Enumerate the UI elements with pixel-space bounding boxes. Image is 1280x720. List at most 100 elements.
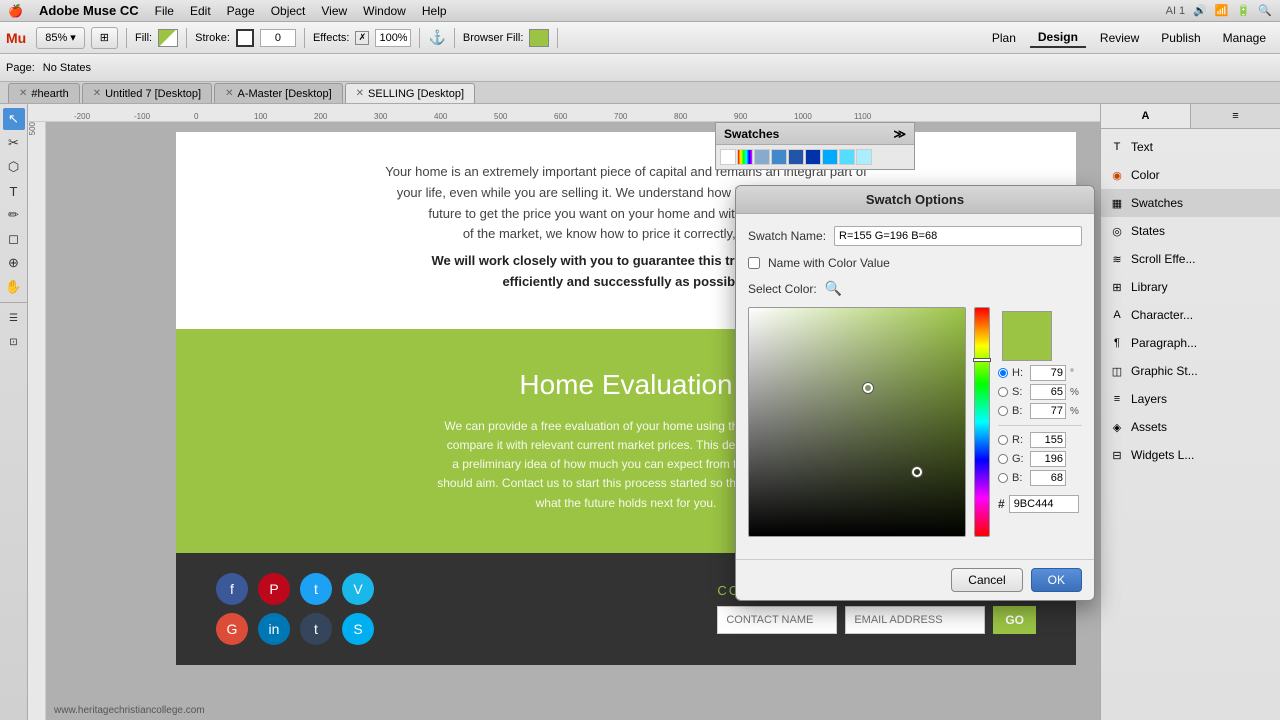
rp-item-library[interactable]: ⊞ Library: [1101, 273, 1280, 301]
swatch-cyan[interactable]: [839, 149, 855, 165]
stroke-value-input[interactable]: [260, 29, 296, 47]
select-tool[interactable]: ↖: [3, 108, 25, 130]
eyedropper-icon[interactable]: 🔍: [825, 280, 842, 297]
rp-item-swatches[interactable]: ▦ Swatches: [1101, 189, 1280, 217]
rp-item-character-label: Character...: [1131, 308, 1193, 322]
sat-row: S: %: [998, 384, 1082, 400]
hand-tool[interactable]: ✋: [3, 276, 25, 298]
rp-item-text[interactable]: T Text: [1101, 133, 1280, 161]
menu-help[interactable]: Help: [422, 4, 447, 18]
menu-window[interactable]: Window: [363, 4, 406, 18]
linkedin-icon[interactable]: in: [258, 613, 290, 645]
right-panel-tabs: A ≡: [1101, 104, 1280, 129]
ok-button[interactable]: OK: [1031, 568, 1082, 592]
apple-menu[interactable]: 🍎: [8, 4, 23, 18]
rp-item-states[interactable]: ◎ States: [1101, 217, 1280, 245]
widget-tool[interactable]: ⊡: [3, 331, 25, 353]
swatch-blue2[interactable]: [771, 149, 787, 165]
rp-item-paragraph[interactable]: ¶ Paragraph...: [1101, 329, 1280, 357]
browser-fill-color[interactable]: [529, 29, 549, 47]
menu-view[interactable]: View: [321, 4, 347, 18]
swatch-sky[interactable]: [822, 149, 838, 165]
crop-tool[interactable]: ✂: [3, 132, 25, 154]
swatch-spectrum[interactable]: [737, 149, 753, 165]
rp-item-widgets[interactable]: ⊟ Widgets L...: [1101, 441, 1280, 469]
tab-close-amaster[interactable]: ✕: [225, 88, 233, 99]
rp-tab-a[interactable]: A: [1101, 104, 1191, 128]
facebook-icon[interactable]: f: [216, 573, 248, 605]
rp-item-character[interactable]: A Character...: [1101, 301, 1280, 329]
fill-label: Fill:: [135, 32, 152, 44]
red-radio[interactable]: [998, 435, 1008, 445]
tab-close-hearth[interactable]: ✕: [19, 88, 27, 99]
rp-item-scroll[interactable]: ≋ Scroll Effe...: [1101, 245, 1280, 273]
text-tool[interactable]: T: [3, 180, 25, 202]
swatch-blue[interactable]: [754, 149, 770, 165]
swatch-name-input[interactable]: [834, 226, 1082, 246]
rp-item-color[interactable]: ◉ Color: [1101, 161, 1280, 189]
stroke-color[interactable]: [236, 29, 254, 47]
pen-tool[interactable]: ✏: [3, 204, 25, 226]
google-plus-icon[interactable]: G: [216, 613, 248, 645]
rp-item-assets[interactable]: ◈ Assets: [1101, 413, 1280, 441]
swatch-lightcyan[interactable]: [856, 149, 872, 165]
tab-selling[interactable]: ✕ SELLING [Desktop]: [345, 83, 475, 103]
color-gradient-picker[interactable]: [748, 307, 966, 537]
swatch-navy[interactable]: [805, 149, 821, 165]
menu-object[interactable]: Object: [271, 4, 306, 18]
sat-input[interactable]: [1030, 384, 1066, 400]
green-radio[interactable]: [998, 454, 1008, 464]
rp-item-graphicst[interactable]: ◫ Graphic St...: [1101, 357, 1280, 385]
hue-strip[interactable]: [974, 307, 990, 537]
blue-radio[interactable]: [998, 473, 1008, 483]
blue-input[interactable]: [1030, 470, 1066, 486]
menu-file[interactable]: File: [155, 4, 174, 18]
tab-amaster[interactable]: ✕ A-Master [Desktop]: [214, 83, 343, 103]
fill-color[interactable]: [158, 29, 178, 47]
opacity-input[interactable]: [375, 29, 411, 47]
swatches-expand-icon[interactable]: ≫: [893, 127, 906, 141]
tab-hearth[interactable]: ✕ #hearth: [8, 83, 80, 103]
name-with-color-checkbox[interactable]: [748, 257, 760, 269]
sat-radio[interactable]: [998, 387, 1008, 397]
design-tab[interactable]: Design: [1030, 28, 1086, 48]
swatch-white[interactable]: [720, 149, 736, 165]
tab-close-selling[interactable]: ✕: [356, 88, 364, 99]
vimeo-icon[interactable]: V: [342, 573, 374, 605]
go-button[interactable]: GO: [993, 606, 1036, 634]
paragraph-panel-icon: ¶: [1109, 335, 1125, 351]
zoom-control[interactable]: 85% ▾: [36, 27, 85, 49]
tab-untitled7[interactable]: ✕ Untitled 7 [Desktop]: [82, 83, 212, 103]
shape-tool[interactable]: ⬡: [3, 156, 25, 178]
review-tab[interactable]: Review: [1092, 29, 1147, 47]
separator2: [186, 28, 187, 48]
green-input[interactable]: [1030, 451, 1066, 467]
contact-name-input[interactable]: [717, 606, 837, 634]
swatch-blue3[interactable]: [788, 149, 804, 165]
red-input[interactable]: [1030, 432, 1066, 448]
ruler-tool[interactable]: ☰: [3, 307, 25, 329]
bri-input[interactable]: [1030, 403, 1066, 419]
menu-page[interactable]: Page: [227, 4, 255, 18]
plan-tab[interactable]: Plan: [984, 29, 1024, 47]
tab-close-untitled7[interactable]: ✕: [93, 88, 101, 99]
hex-input[interactable]: [1009, 495, 1079, 513]
skype-icon[interactable]: S: [342, 613, 374, 645]
hue-input[interactable]: [1030, 365, 1066, 381]
rp-tab-menu[interactable]: ≡: [1191, 104, 1280, 128]
arrange-button[interactable]: ⊞: [91, 27, 118, 49]
tumblr-icon[interactable]: t: [300, 613, 332, 645]
cancel-button[interactable]: Cancel: [951, 568, 1022, 592]
twitter-icon[interactable]: t: [300, 573, 332, 605]
bri-radio[interactable]: [998, 406, 1008, 416]
hue-radio[interactable]: [998, 368, 1008, 378]
effects-toggle[interactable]: ✗: [355, 31, 369, 45]
email-input[interactable]: [845, 606, 985, 634]
manage-tab[interactable]: Manage: [1215, 29, 1274, 47]
zoom-tool[interactable]: ⊕: [3, 252, 25, 274]
publish-tab[interactable]: Publish: [1153, 29, 1208, 47]
rect-tool[interactable]: ◻: [3, 228, 25, 250]
menu-edit[interactable]: Edit: [190, 4, 211, 18]
rp-item-layers[interactable]: ≡ Layers: [1101, 385, 1280, 413]
pinterest-icon[interactable]: P: [258, 573, 290, 605]
